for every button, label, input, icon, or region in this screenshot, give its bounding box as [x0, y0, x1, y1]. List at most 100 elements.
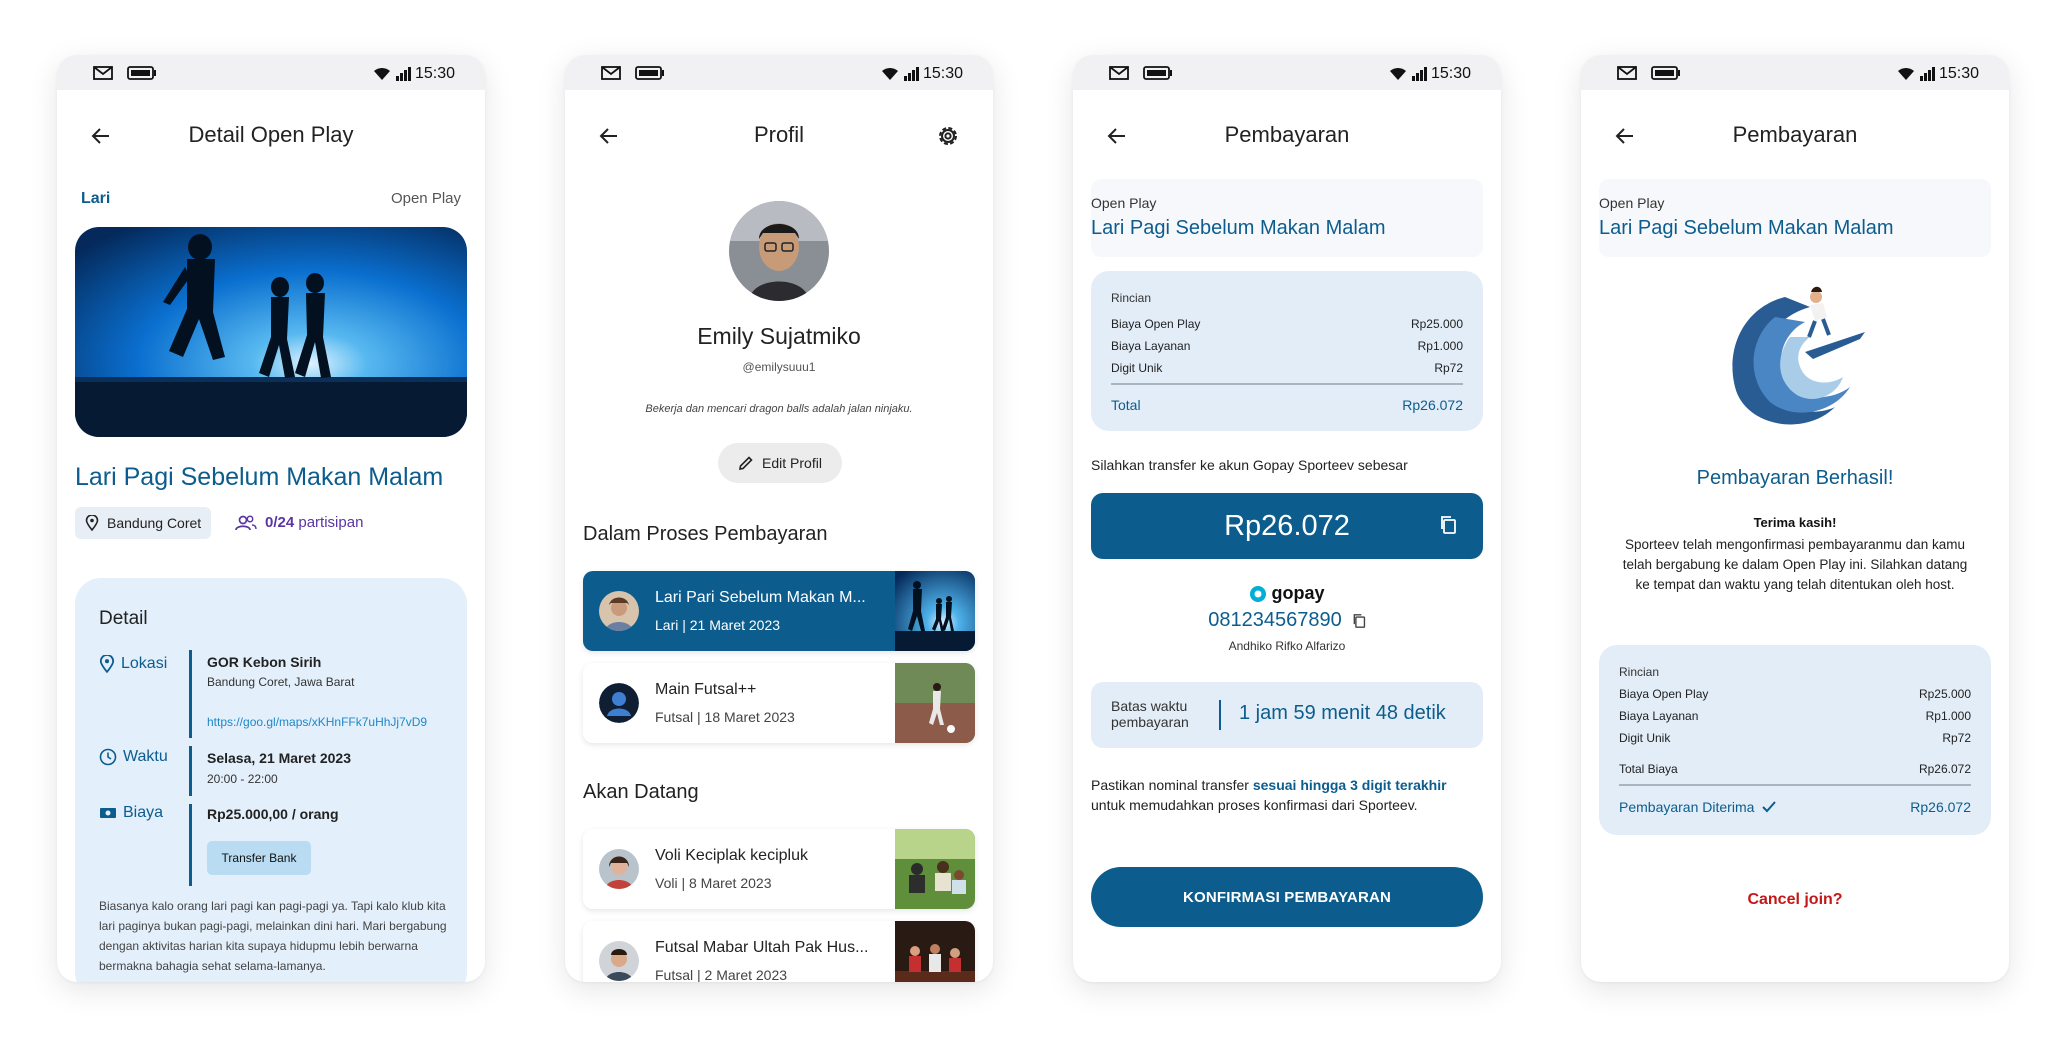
event-type-label: Open Play — [1599, 195, 1665, 211]
edit-profile-button[interactable]: Edit Profil — [718, 443, 842, 483]
detail-title: Detail — [99, 608, 148, 629]
gopay-icon — [1250, 585, 1267, 602]
wifi-icon — [373, 67, 390, 80]
mail-icon — [1109, 66, 1129, 80]
transfer-amount: Rp26.072 — [1091, 493, 1483, 559]
list-item-title: Voli Keciplak kecipluk — [655, 847, 808, 864]
event-title: Lari Pagi Sebelum Makan Malam — [1091, 217, 1386, 239]
wifi-icon — [1389, 67, 1406, 80]
payment-received: Pembayaran Diterima Rp26.072 — [1619, 799, 1971, 815]
waktu-date: Selasa, 21 Maret 2023 — [207, 750, 351, 766]
waktu-label: Waktu — [99, 748, 168, 766]
signal-icon — [1919, 67, 1935, 81]
rincian-total: Total Biaya Rp26.072 — [1619, 762, 1971, 776]
phone-pembayaran-berhasil: 15:30 Pembayaran Open Play Lari Pagi Seb… — [1581, 55, 2009, 982]
status-bar: 15:30 — [57, 55, 485, 90]
rincian-total: Total Rp26.072 — [1111, 397, 1463, 413]
page-title: Pembayaran — [1224, 122, 1350, 147]
list-item-subtitle: Voli | 8 Maret 2023 — [655, 875, 772, 891]
list-item[interactable]: Main Futsal++ Futsal | 18 Maret 2023 — [583, 663, 975, 743]
battery-icon — [127, 66, 156, 80]
pencil-icon — [739, 456, 753, 470]
app-bar: Detail Open Play — [57, 90, 485, 180]
participants-count: 0/24 — [265, 514, 295, 531]
signal-icon — [1411, 67, 1427, 81]
rincian-row: Digit Unik Rp72 — [1111, 361, 1463, 375]
biaya-value: Rp25.000,00 / orang — [207, 806, 339, 822]
clock-icon — [99, 748, 117, 766]
event-thumbnail — [895, 829, 975, 909]
list-item[interactable]: Voli Keciplak kecipluk Voli | 8 Maret 20… — [583, 829, 975, 909]
wifi-icon — [881, 67, 898, 80]
page-title: Pembayaran — [1732, 122, 1858, 147]
copy-icon[interactable] — [1352, 613, 1366, 629]
people-icon — [235, 515, 257, 530]
mail-icon — [93, 66, 113, 80]
copy-icon[interactable] — [1439, 515, 1457, 535]
gopay-number: 081234567890 — [1073, 609, 1501, 632]
event-cover-image — [75, 227, 467, 437]
category-label: Lari — [81, 190, 111, 207]
money-icon — [100, 808, 116, 818]
transfer-bank-button[interactable]: Transfer Bank — [207, 841, 311, 875]
avatar — [599, 683, 639, 723]
profile-username: @emilysuuu1 — [742, 360, 816, 374]
page-title: Profil — [753, 122, 805, 147]
phone-profil: 15:30 Profil Emily Sujatmiko @emilysuuu1… — [565, 55, 993, 982]
rincian-row: Digit Unik Rp72 — [1619, 731, 1971, 745]
event-thumbnail — [895, 663, 975, 743]
status-time: 15:30 — [414, 65, 455, 82]
detail-card: Detail Lokasi GOR Kebon Sirih Bandung Co… — [75, 578, 467, 982]
maps-link[interactable]: https://goo.gl/maps/xKHnFFk7uHhJj7vD9 — [207, 715, 427, 729]
event-thumbnail — [895, 921, 975, 982]
type-label: Open Play — [390, 190, 461, 207]
waktu-time: 20:00 - 22:00 — [207, 772, 278, 786]
status-time: 15:30 — [1938, 65, 1979, 82]
status-time: 15:30 — [922, 65, 963, 82]
lokasi-divider — [189, 650, 192, 738]
divider — [1619, 784, 1971, 786]
gear-icon[interactable] — [935, 123, 961, 149]
confirm-payment-button[interactable]: KONFIRMASI PEMBAYARAN — [1091, 867, 1483, 927]
location-chip[interactable]: Bandung Coret — [75, 507, 212, 539]
phone-pembayaran: 15:30 Pembayaran Open Play Lari Pagi Seb… — [1073, 55, 1501, 982]
participants-label: partisipan — [298, 514, 364, 531]
battery-icon — [635, 66, 664, 80]
rincian-title: Rincian — [1111, 291, 1152, 305]
status-time: 15:30 — [1430, 65, 1471, 82]
participants-info: 0/24 partisipan — [235, 514, 363, 531]
rincian-row: Biaya Layanan Rp1.000 — [1619, 709, 1971, 723]
list-item-subtitle: Futsal | 18 Maret 2023 — [655, 709, 795, 725]
list-item[interactable]: Lari Pari Sebelum Makan M... Lari | 21 M… — [583, 571, 975, 651]
battery-icon — [1651, 66, 1680, 80]
location-pin-icon — [99, 655, 115, 673]
app-bar: Pembayaran — [1581, 90, 2009, 180]
check-icon — [1762, 801, 1777, 813]
wifi-icon — [1897, 67, 1914, 80]
rincian-row: Biaya Open Play Rp25.000 — [1111, 317, 1463, 331]
cancel-join-link[interactable]: Cancel join? — [1581, 891, 2009, 909]
gopay-logo: gopay — [1073, 583, 1501, 604]
event-summary: Open Play Lari Pagi Sebelum Makan Malam — [1091, 179, 1483, 257]
deadline-box: Batas waktu pembayaran 1 jam 59 menit 48 … — [1091, 682, 1483, 748]
thanks-text: Terima kasih! — [1753, 515, 1837, 530]
waktu-divider — [189, 746, 192, 796]
mail-icon — [601, 66, 621, 80]
deadline-label: Batas waktu pembayaran — [1111, 698, 1189, 730]
success-description: Sporteev telah mengonfirmasi pembayaranm… — [1622, 537, 1968, 592]
deadline-countdown: 1 jam 59 menit 48 detik — [1239, 702, 1446, 724]
location-pin-icon — [85, 515, 99, 531]
list-item-title: Lari Pari Sebelum Makan M... — [655, 589, 866, 606]
lokasi-label: Lokasi — [99, 655, 167, 673]
event-thumbnail — [895, 571, 975, 651]
amount-value: Rp26.072 — [1224, 509, 1350, 542]
divider — [1111, 383, 1463, 385]
divider — [1219, 700, 1221, 730]
list-item-title: Futsal Mabar Ultah Pak Hus... — [655, 939, 869, 956]
avatar — [599, 941, 639, 981]
list-item[interactable]: Futsal Mabar Ultah Pak Hus... Futsal | 2… — [583, 921, 975, 982]
profile-bio: Bekerja dan mencari dragon balls adalah … — [645, 403, 913, 415]
account-name: Andhiko Rifko Alfarizo — [1228, 639, 1346, 653]
avatar — [599, 849, 639, 889]
success-illustration — [1715, 277, 1875, 437]
